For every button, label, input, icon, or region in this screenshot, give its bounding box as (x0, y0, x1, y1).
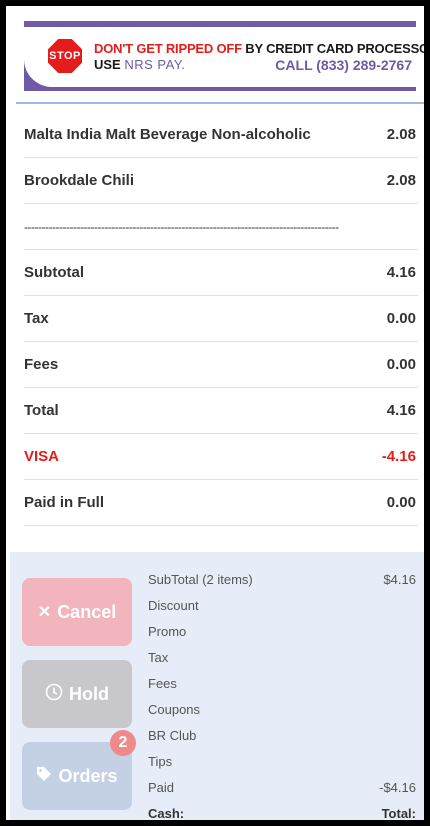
banner-subline: USE NRS PAY. (94, 57, 185, 72)
subtotal-label: Subtotal (24, 264, 84, 281)
line-item[interactable]: Brookdale Chili 2.08 (24, 158, 418, 204)
banner-use: USE (94, 57, 125, 72)
payment-label: VISA (24, 448, 60, 465)
summary-discount-label: Discount (148, 597, 199, 613)
subtotal-value: 4.16 (386, 264, 416, 281)
pos-screen: STOP DON'T GET RIPPED OFF BY CREDIT CARD… (6, 6, 424, 820)
summary-total-label: Total: (381, 805, 416, 821)
paid-in-full-value: 0.00 (386, 494, 416, 511)
orders-label: Orders (58, 765, 118, 786)
summary-paid: Paid -$4.16 (148, 774, 418, 800)
fees-label: Fees (24, 356, 59, 373)
line-item-price: 2.08 (386, 172, 416, 189)
line-item-name: Malta India Malt Beverage Non-alcoholic (24, 126, 311, 143)
close-icon: ✕ (37, 604, 52, 621)
line-item-price: 2.08 (386, 126, 416, 143)
summary-discount[interactable]: Discount (148, 592, 418, 618)
tax-row: Tax 0.00 (24, 296, 418, 342)
summary-tips[interactable]: Tips (148, 748, 418, 774)
hold-label: Hold (69, 683, 109, 704)
tax-label: Tax (24, 310, 49, 327)
banner-headline: DON'T GET RIPPED OFF BY CREDIT CARD PROC… (94, 41, 424, 56)
paid-in-full-row: Paid in Full 0.00 (24, 480, 418, 526)
receipt-top-border (16, 102, 424, 104)
clock-icon (45, 683, 63, 706)
summary-fees-label: Fees (148, 675, 177, 691)
banner-warning-red: DON'T GET RIPPED OFF (94, 41, 242, 56)
summary-promo[interactable]: Promo (148, 618, 418, 644)
fees-row: Fees 0.00 (24, 342, 418, 388)
banner-warning-dark: BY CREDIT CARD PROCESSORS! (245, 41, 424, 56)
summary-subtotal: SubTotal (2 items) $4.16 (148, 566, 418, 592)
subtotal-row: Subtotal 4.16 (24, 250, 418, 296)
summary-subtotal-label: SubTotal (2 items) (148, 571, 253, 587)
cancel-label: Cancel (57, 601, 117, 622)
banner-brand: NRS PAY. (124, 57, 186, 72)
hold-button[interactable]: Hold (22, 660, 132, 728)
summary-br-club[interactable]: BR Club (148, 722, 418, 748)
summary-tax: Tax (148, 644, 418, 670)
summary-promo-label: Promo (148, 623, 187, 639)
summary-fees: Fees (148, 670, 418, 696)
tag-icon (36, 766, 52, 787)
summary-tax-label: Tax (148, 649, 169, 665)
receipt-list: Malta India Malt Beverage Non-alcoholic … (24, 112, 418, 526)
total-label: Total (24, 402, 59, 419)
bottom-panel: ✕ Cancel Hold Orders 2 SubTotal (2 items… (10, 552, 424, 820)
orders-count-badge: 2 (110, 730, 136, 756)
summary-coupons[interactable]: Coupons (148, 696, 418, 722)
summary-coupons-label: Coupons (148, 701, 201, 717)
summary-subtotal-value: $4.16 (383, 571, 416, 587)
line-item[interactable]: Malta India Malt Beverage Non-alcoholic … (24, 112, 418, 158)
total-row: Total 4.16 (24, 388, 418, 434)
cancel-button[interactable]: ✕ Cancel (22, 578, 132, 646)
summary-cash-label: Cash: (148, 805, 185, 821)
summary-paid-label: Paid (148, 779, 175, 795)
total-value: 4.16 (386, 402, 416, 419)
receipt-divider: ----------------------------------------… (24, 204, 418, 250)
banner-phone: CALL (833) 289-2767 (275, 57, 412, 73)
payment-value: -4.16 (381, 448, 416, 465)
summary-cash-total: Cash: Total: (148, 800, 418, 821)
payment-row[interactable]: VISA -4.16 (24, 434, 418, 480)
line-item-name: Brookdale Chili (24, 172, 135, 189)
fees-value: 0.00 (386, 356, 416, 373)
paid-in-full-label: Paid in Full (24, 494, 105, 511)
summary-tips-label: Tips (148, 753, 173, 769)
summary-br-club-label: BR Club (148, 727, 197, 743)
tax-value: 0.00 (386, 310, 416, 327)
divider-dashes: ----------------------------------------… (24, 219, 339, 234)
order-summary: SubTotal (2 items) $4.16 Discount Promo … (148, 566, 418, 821)
ad-banner[interactable]: STOP DON'T GET RIPPED OFF BY CREDIT CARD… (16, 21, 424, 95)
summary-paid-value: -$4.16 (379, 779, 416, 795)
